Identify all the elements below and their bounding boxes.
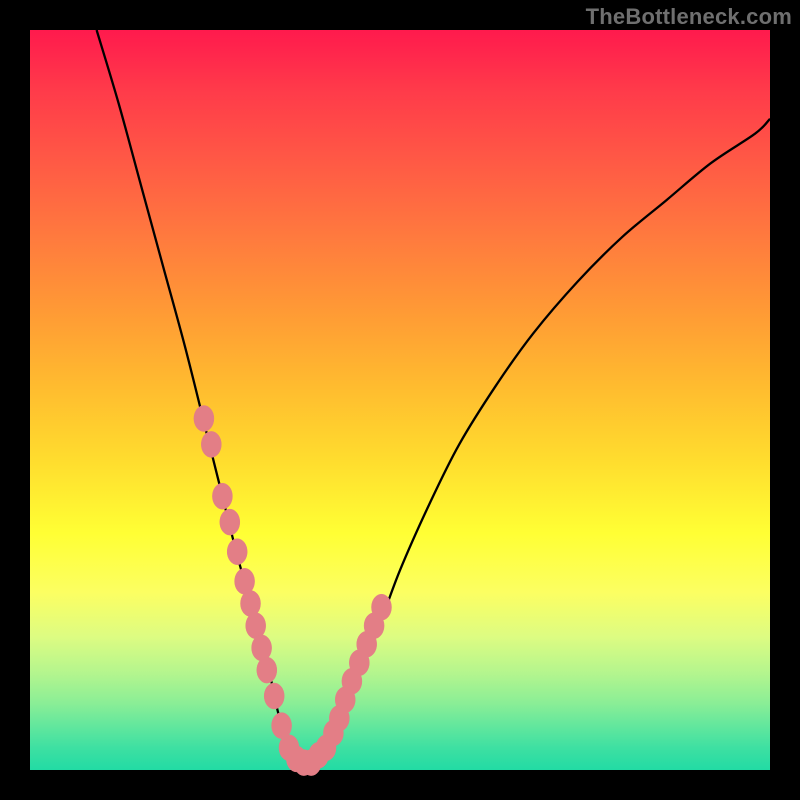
highlight-markers <box>194 406 392 776</box>
highlight-marker <box>227 539 247 565</box>
highlight-marker <box>241 591 261 617</box>
highlight-marker <box>252 635 272 661</box>
highlight-marker <box>220 509 240 535</box>
highlight-marker <box>264 683 284 709</box>
chart-svg <box>0 0 800 800</box>
chart-frame: TheBottleneck.com <box>0 0 800 800</box>
highlight-marker <box>212 483 232 509</box>
bottleneck-curve <box>97 30 770 764</box>
highlight-marker <box>194 406 214 432</box>
highlight-marker <box>257 657 277 683</box>
highlight-marker <box>372 594 392 620</box>
highlight-marker <box>201 431 221 457</box>
